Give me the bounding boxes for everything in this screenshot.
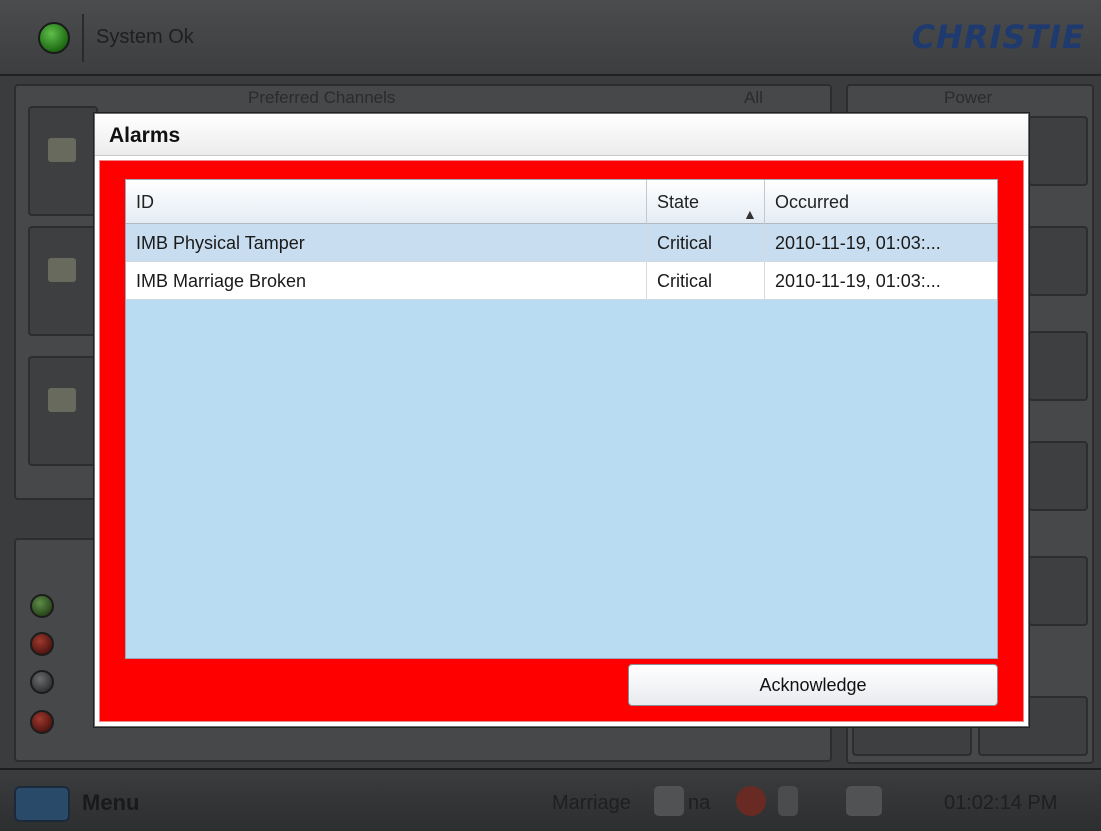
acknowledge-button[interactable]: Acknowledge xyxy=(628,664,998,706)
power-icon[interactable] xyxy=(736,786,766,816)
channel-tile[interactable] xyxy=(28,356,98,466)
clapper-icon xyxy=(48,138,76,162)
clapper-icon xyxy=(654,786,684,816)
dialog-body: ID State ▲ Occurred IMB Physical Tamper … xyxy=(99,160,1024,722)
column-header-id[interactable]: ID xyxy=(126,180,647,224)
menu-button[interactable]: Menu xyxy=(82,790,139,816)
lamp-tile[interactable] xyxy=(1028,226,1088,296)
channel-tile[interactable] xyxy=(28,106,98,216)
cell-occurred: 2010-11-19, 01:03:... xyxy=(775,233,941,253)
screen: System Ok CHRISTIE Preferred Channels Al… xyxy=(0,0,1101,831)
system-status-led-icon xyxy=(38,22,70,54)
marriage-label: Marriage xyxy=(552,792,631,814)
power-title: Power xyxy=(944,88,993,107)
table-row[interactable]: IMB Marriage Broken Critical 2010-11-19,… xyxy=(126,262,997,300)
cell-occurred: 2010-11-19, 01:03:... xyxy=(775,271,941,291)
aux-tile[interactable] xyxy=(1028,556,1088,626)
column-header-occurred[interactable]: Occurred xyxy=(765,180,997,224)
all-title: All xyxy=(744,88,763,107)
bottom-bar: Menu Marriage na 01:02:14 PM xyxy=(0,768,1101,831)
alarms-dialog: Alarms ID State ▲ Occurred IMB Physical … xyxy=(94,113,1029,727)
dialog-header: Alarms xyxy=(95,114,1028,156)
status-led-icon xyxy=(30,710,54,734)
column-header-state[interactable]: State ▲ xyxy=(647,180,765,224)
brand-logo: CHRISTIE xyxy=(911,18,1085,56)
system-status-text: System Ok xyxy=(96,26,194,48)
status-led-icon xyxy=(30,594,54,618)
cell-state: Critical xyxy=(647,262,765,300)
na-label: na xyxy=(688,792,711,814)
divider xyxy=(82,14,84,62)
status-led-icon xyxy=(30,670,54,694)
menu-icon[interactable] xyxy=(14,786,70,822)
power-tile[interactable] xyxy=(1028,116,1088,186)
top-bar: System Ok CHRISTIE xyxy=(0,0,1101,76)
channel-tile[interactable] xyxy=(28,226,98,336)
table-row[interactable]: IMB Physical Tamper Critical 2010-11-19,… xyxy=(126,224,997,262)
clapper-icon xyxy=(48,388,76,412)
status-led-icon xyxy=(30,632,54,656)
dialog-title: Alarms xyxy=(109,124,181,147)
projector-icon[interactable] xyxy=(846,786,882,816)
cell-state: Critical xyxy=(647,224,765,262)
column-header-state-label: State xyxy=(657,192,700,212)
projector-tile[interactable] xyxy=(1028,331,1088,401)
clapper-icon xyxy=(48,258,76,282)
table-header: ID State ▲ Occurred xyxy=(126,180,997,224)
alarms-table[interactable]: ID State ▲ Occurred IMB Physical Tamper … xyxy=(125,179,998,659)
lamp-icon[interactable] xyxy=(778,786,798,816)
device-tile[interactable] xyxy=(1028,441,1088,511)
clock-time: 01:02:14 PM xyxy=(944,792,1058,814)
preferred-channels-title: Preferred Channels xyxy=(248,88,396,107)
cell-id: IMB Marriage Broken xyxy=(126,262,647,300)
cell-id: IMB Physical Tamper xyxy=(126,224,647,262)
